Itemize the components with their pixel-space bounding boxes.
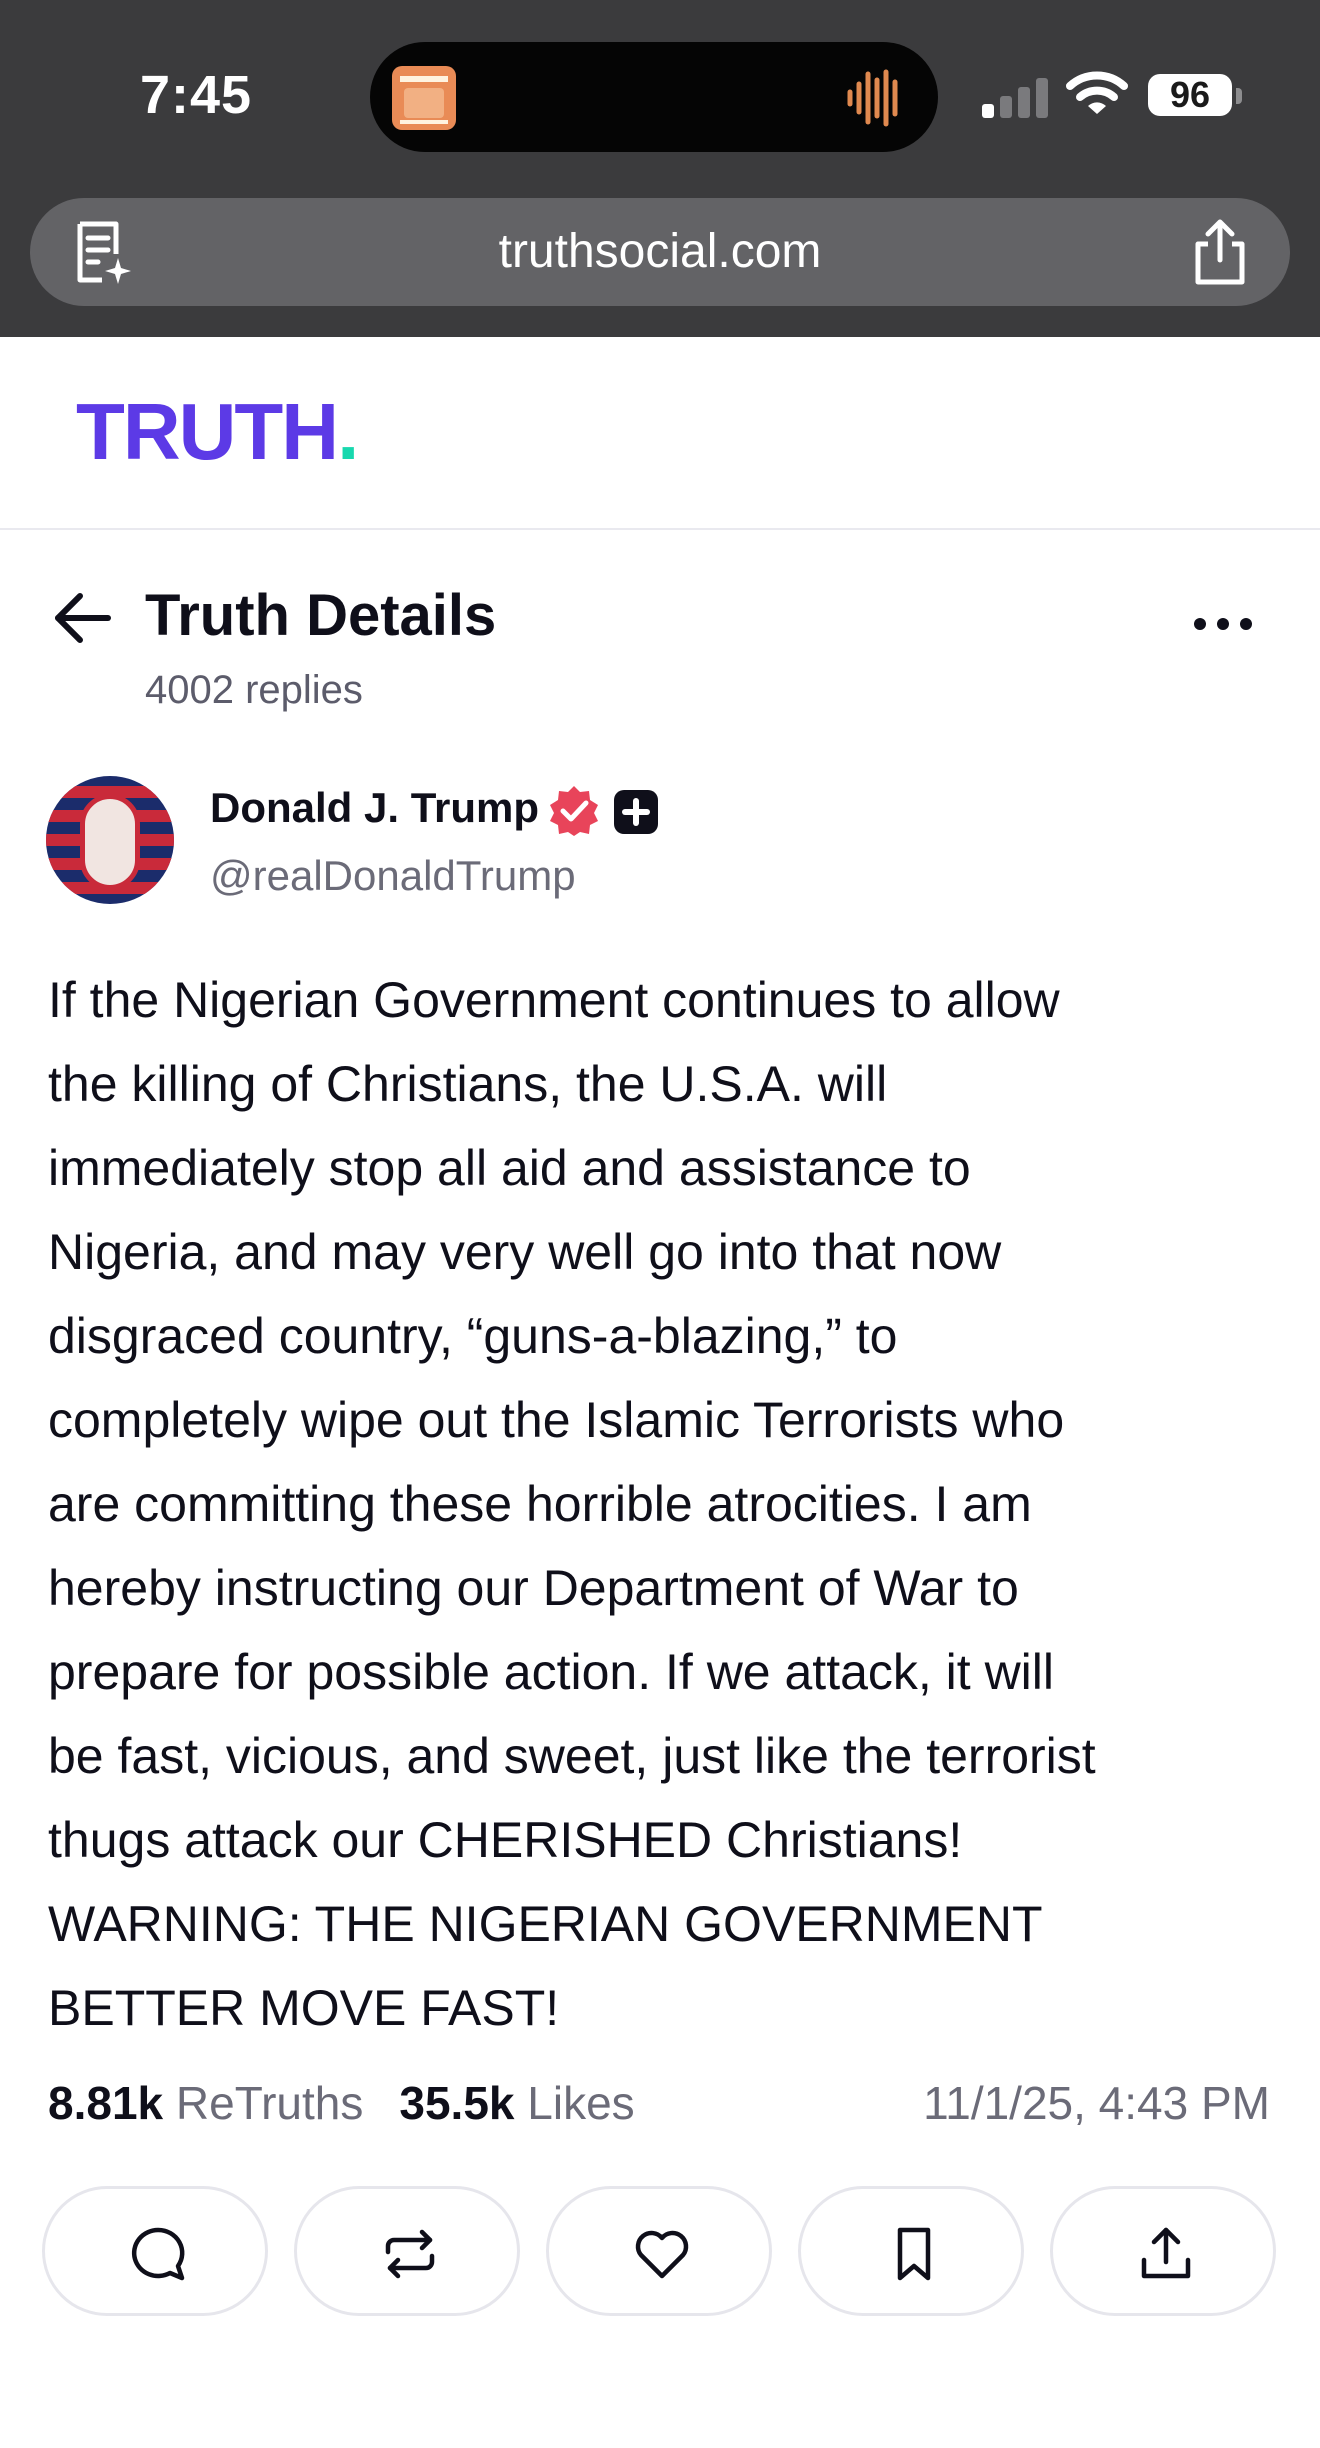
battery-nub (1236, 88, 1242, 104)
post-line: be fast, vicious, and sweet, just like t… (48, 1728, 1096, 1784)
wifi-icon (1066, 71, 1128, 114)
dynamic-island[interactable] (370, 42, 938, 152)
reply-button[interactable] (42, 2186, 268, 2316)
now-playing-artwork (392, 66, 456, 130)
author-name[interactable]: Donald J. Trump (210, 784, 539, 832)
browser-share-icon[interactable] (1190, 218, 1250, 286)
truth-logo[interactable]: TRUTH. (76, 386, 359, 478)
post-line: Nigeria, and may very well go into that … (48, 1224, 1002, 1280)
audio-waveform-icon (847, 69, 898, 127)
bookmark-icon (897, 2227, 931, 2281)
post-actions (42, 2186, 1278, 2318)
author-handle[interactable]: @realDonaldTrump (210, 852, 576, 900)
post-line: immediately stop all aid and assistance … (48, 1140, 971, 1196)
post-line: prepare for possible action. If we attac… (48, 1644, 1055, 1700)
plus-badge-icon (614, 790, 658, 834)
reply-icon (131, 2227, 185, 2281)
page-title: Truth Details (145, 583, 497, 648)
logo-dot: . (337, 387, 359, 476)
retruths-stat[interactable]: 8.81k ReTruths (48, 2077, 363, 2129)
address-bar[interactable]: truthsocial.com (30, 198, 1290, 306)
share-icon (1141, 2227, 1191, 2279)
post-line: disgraced country, “guns-a-blazing,” to (48, 1308, 898, 1364)
reply-count: 4002 replies (145, 668, 363, 712)
logo-text: TRUTH (76, 387, 339, 476)
avatar[interactable] (46, 776, 174, 904)
retruth-icon (385, 2229, 435, 2279)
share-button[interactable] (1050, 2186, 1276, 2316)
post-line: hereby instructing our Department of War… (48, 1560, 1019, 1616)
status-time: 7:45 (140, 65, 253, 125)
battery-indicator: 96 (1148, 74, 1232, 116)
post-body: If the Nigerian Government continues to … (48, 958, 1298, 2050)
cellular-signal-icon (982, 78, 1048, 118)
likes-stat[interactable]: 35.5k Likes (399, 2077, 634, 2129)
back-arrow-icon[interactable] (52, 590, 112, 646)
retruths-count: 8.81k (48, 2077, 164, 2129)
url-text[interactable]: truthsocial.com (30, 198, 1290, 306)
post-stats: 8.81k ReTruths 35.5k Likes (48, 2076, 635, 2130)
browser-chrome: 7:45 96 truthsocial.com (0, 0, 1320, 337)
post-line: WARNING: THE NIGERIAN GOVERNMENT (48, 1896, 1043, 1952)
likes-label: Likes (527, 2077, 635, 2129)
post-line: the killing of Christians, the U.S.A. wi… (48, 1056, 888, 1112)
bookmark-button[interactable] (798, 2186, 1024, 2316)
post-line: completely wipe out the Islamic Terroris… (48, 1392, 1065, 1448)
retruths-label: ReTruths (175, 2077, 364, 2129)
post-line: thugs attack our CHERISHED Christians! (48, 1812, 963, 1868)
post-timestamp: 11/1/25, 4:43 PM (923, 2077, 1270, 2129)
like-icon (635, 2230, 689, 2279)
post-line: are committing these horrible atrocities… (48, 1476, 1032, 1532)
retruth-button[interactable] (294, 2186, 520, 2316)
post-line: If the Nigerian Government continues to … (48, 972, 1060, 1028)
likes-count: 35.5k (399, 2077, 515, 2129)
more-options-icon[interactable] (1190, 606, 1256, 642)
like-button[interactable] (546, 2186, 772, 2316)
verified-badge-icon (550, 786, 598, 836)
post-line: BETTER MOVE FAST! (48, 1980, 560, 2036)
header-divider (0, 528, 1320, 530)
